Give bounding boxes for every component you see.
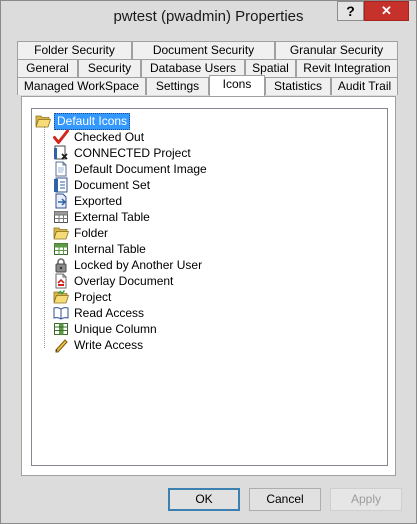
tree-item-external-table[interactable]: External Table	[53, 209, 152, 225]
tree-item-internal-table[interactable]: Internal Table	[53, 241, 148, 257]
tree-item-label: Internal Table	[74, 241, 146, 256]
tree-item-checked-out[interactable]: Checked Out	[53, 129, 146, 145]
apply-button[interactable]: Apply	[330, 488, 402, 511]
folder-icon	[53, 225, 69, 241]
unique-column-icon	[53, 321, 69, 337]
ok-button[interactable]: OK	[168, 488, 240, 511]
exported-icon	[53, 193, 69, 209]
tree-connector-line	[44, 125, 45, 348]
external-table-icon	[53, 209, 69, 225]
tab-folder-security[interactable]: Folder Security	[17, 41, 132, 59]
tree-item-label: Document Set	[74, 177, 151, 192]
tab-settings[interactable]: Settings	[146, 77, 209, 95]
tab-granular-security[interactable]: Granular Security	[275, 41, 398, 59]
tree-item-label: Overlay Document	[74, 273, 174, 288]
close-icon: ✕	[381, 3, 392, 18]
tree-item-label: Unique Column	[74, 321, 157, 336]
folder-open-icon	[35, 113, 51, 129]
tree-item-write-access[interactable]: Write Access	[53, 337, 145, 353]
title-bar[interactable]: pwtest (pwadmin) Properties ? ✕	[1, 1, 416, 31]
tree-item-label: Default Document Image	[74, 161, 207, 176]
tree-item-label: Exported	[74, 193, 123, 208]
tree-item-label: External Table	[74, 209, 150, 224]
help-button[interactable]: ?	[337, 1, 364, 21]
tab-security[interactable]: Security	[78, 59, 141, 77]
tab-audit-trail[interactable]: Audit Trail	[331, 77, 398, 95]
tree-root-default-icons[interactable]: Default Icons	[35, 112, 131, 130]
open-book-icon	[53, 305, 69, 321]
tab-statistics[interactable]: Statistics	[265, 77, 331, 95]
cancel-button[interactable]: Cancel	[249, 488, 321, 511]
tree-item-overlay-document[interactable]: Overlay Document	[53, 273, 175, 289]
tab-icons[interactable]: Icons	[209, 75, 265, 96]
tree-item-label: Project	[74, 289, 112, 304]
tree-item-label: Locked by Another User	[74, 257, 203, 272]
icons-tab-panel: Default Icons Checked Out CONNECTED Proj…	[21, 96, 396, 476]
tree-item-locked-by-another-user[interactable]: Locked by Another User	[53, 257, 204, 273]
document-set-icon	[53, 177, 69, 193]
tree-item-label: Folder	[74, 225, 109, 240]
tree-item-read-access[interactable]: Read Access	[53, 305, 146, 321]
tree-item-exported[interactable]: Exported	[53, 193, 124, 209]
tree-item-unique-column[interactable]: Unique Column	[53, 321, 159, 337]
tree-item-project[interactable]: Project	[53, 289, 113, 305]
document-icon	[53, 161, 69, 177]
lock-icon	[53, 257, 69, 273]
red-checkmark-icon	[53, 129, 69, 145]
tree-item-document-set[interactable]: Document Set	[53, 177, 152, 193]
properties-dialog: pwtest (pwadmin) Properties ? ✕ Folder S…	[0, 0, 417, 524]
tab-managed-workspace[interactable]: Managed WorkSpace	[17, 77, 146, 95]
tree-item-default-document-image[interactable]: Default Document Image	[53, 161, 209, 177]
close-button[interactable]: ✕	[364, 1, 409, 21]
tree-item-label: Checked Out	[74, 129, 145, 144]
tab-revit-integration[interactable]: Revit Integration	[296, 59, 398, 77]
tree-item-label: Write Access	[74, 337, 144, 352]
tree-item-folder[interactable]: Folder	[53, 225, 110, 241]
tree-root-label: Default Icons	[54, 112, 131, 130]
overlay-document-icon	[53, 273, 69, 289]
tree-item-label: CONNECTED Project	[74, 145, 191, 160]
internal-table-icon	[53, 241, 69, 257]
project-icon	[53, 289, 69, 305]
connected-project-icon	[53, 145, 69, 161]
tab-general[interactable]: General	[17, 59, 78, 77]
pencil-icon	[53, 337, 69, 353]
tree-item-label: Read Access	[74, 305, 145, 320]
icon-tree-view[interactable]: Default Icons Checked Out CONNECTED Proj…	[31, 108, 388, 466]
tab-document-security[interactable]: Document Security	[132, 41, 275, 59]
tree-item-connected-project[interactable]: CONNECTED Project	[53, 145, 193, 161]
help-icon: ?	[346, 3, 355, 19]
